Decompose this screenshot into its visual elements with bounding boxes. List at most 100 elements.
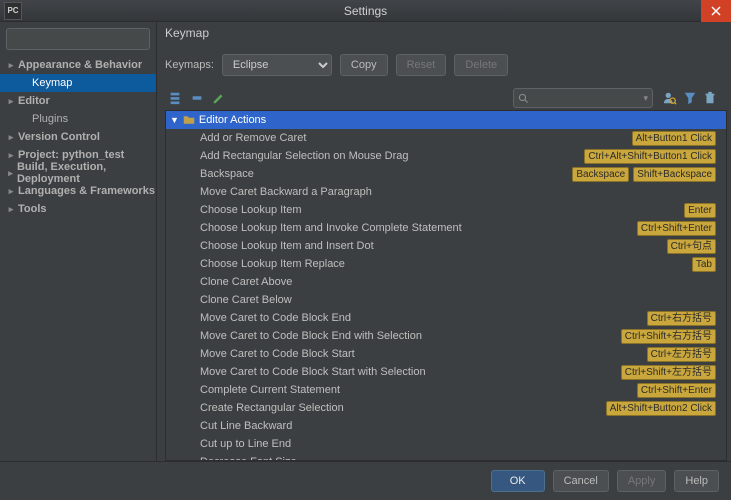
action-row[interactable]: Move Caret to Code Block StartCtrl+左方括号	[166, 345, 726, 363]
collapse-icon	[190, 91, 204, 105]
action-shortcuts: Ctrl+Shift+Enter	[637, 383, 716, 398]
keymap-search[interactable]: ▾	[513, 88, 653, 108]
reset-button[interactable]: Reset	[396, 54, 447, 76]
sidebar-item-label: Plugins	[32, 113, 68, 125]
sidebar-item[interactable]: ▸Languages & Frameworks	[0, 182, 156, 200]
copy-button[interactable]: Copy	[340, 54, 388, 76]
help-button[interactable]: Help	[674, 470, 719, 492]
action-row[interactable]: Choose Lookup Item and Invoke Complete S…	[166, 219, 726, 237]
action-shortcuts: Ctrl+Shift+左方括号	[621, 365, 716, 380]
action-shortcuts: Ctrl+Shift+Enter	[637, 221, 716, 236]
action-row[interactable]: Add or Remove CaretAlt+Button1 Click	[166, 129, 726, 147]
action-row[interactable]: Choose Lookup Item and Insert DotCtrl+句点	[166, 237, 726, 255]
sidebar-search-input[interactable]	[15, 33, 157, 45]
apply-button[interactable]: Apply	[617, 470, 667, 492]
action-row[interactable]: Clone Caret Below	[166, 291, 726, 309]
action-name: Move Caret to Code Block End with Select…	[200, 330, 621, 342]
tree-expander-icon: ▸	[6, 60, 16, 71]
expand-tree-button[interactable]	[165, 88, 185, 108]
action-row[interactable]: Decrease Font Size	[166, 453, 726, 460]
shortcut-tag: Ctrl+句点	[667, 239, 716, 254]
show-conflicts-button[interactable]	[681, 89, 699, 107]
action-name: Choose Lookup Item	[200, 204, 684, 216]
actions-list: ▼ Editor Actions Add or Remove CaretAlt+…	[165, 110, 727, 461]
action-shortcuts: Ctrl+句点	[667, 239, 716, 254]
shortcut-tag: Ctrl+Shift+右方括号	[621, 329, 716, 344]
sidebar-item-label: Version Control	[18, 131, 100, 143]
action-name: Choose Lookup Item Replace	[200, 258, 692, 270]
settings-sidebar: ▸Appearance & BehaviorKeymap▸Editor Plugi…	[0, 22, 157, 461]
main-panel: Keymap Keymaps: Eclipse Copy Reset Delet…	[157, 22, 731, 461]
action-row[interactable]: Move Caret Backward a Paragraph	[166, 183, 726, 201]
keymaps-combo[interactable]: Eclipse	[222, 54, 332, 76]
shortcut-tag: Ctrl+Shift+Enter	[637, 383, 716, 398]
action-row[interactable]: Cut Line Backward	[166, 417, 726, 435]
sidebar-item-label: Build, Execution, Deployment	[17, 161, 156, 185]
shortcut-tag: Ctrl+Alt+Shift+Button1 Click	[584, 149, 716, 164]
action-shortcuts: Ctrl+Alt+Shift+Button1 Click	[584, 149, 716, 164]
shortcut-tag: Ctrl+Shift+Enter	[637, 221, 716, 236]
action-name: Cut Line Backward	[200, 420, 716, 432]
sidebar-search[interactable]	[6, 28, 150, 50]
user-find-icon	[663, 91, 677, 105]
actions-group-header[interactable]: ▼ Editor Actions	[166, 111, 726, 129]
sidebar-item[interactable]: ▸Appearance & Behavior	[0, 56, 156, 74]
action-name: Move Caret to Code Block End	[200, 312, 647, 324]
sidebar-item[interactable]: ▸Tools	[0, 200, 156, 218]
action-name: Decrease Font Size	[200, 456, 716, 460]
shortcut-tag: Shift+Backspace	[633, 167, 716, 182]
action-row[interactable]: Choose Lookup Item ReplaceTab	[166, 255, 726, 273]
action-row[interactable]: Create Rectangular SelectionAlt+Shift+Bu…	[166, 399, 726, 417]
tree-expander-icon: ▸	[6, 150, 16, 161]
action-row[interactable]: Choose Lookup ItemEnter	[166, 201, 726, 219]
tree-expander-icon: ▸	[6, 186, 16, 197]
action-row[interactable]: Move Caret to Code Block Start with Sele…	[166, 363, 726, 381]
action-row[interactable]: Move Caret to Code Block End with Select…	[166, 327, 726, 345]
action-shortcuts: BackspaceShift+Backspace	[572, 167, 716, 182]
sidebar-item-label: Project: python_test	[18, 149, 124, 161]
sidebar-item[interactable]: ▸Build, Execution, Deployment	[0, 164, 156, 182]
action-name: Add or Remove Caret	[200, 132, 632, 144]
sidebar-item[interactable]: ▸Version Control	[0, 128, 156, 146]
action-name: Clone Caret Above	[200, 276, 716, 288]
chevron-down-icon: ▼	[170, 115, 179, 125]
settings-tree: ▸Appearance & BehaviorKeymap▸Editor Plugi…	[0, 56, 156, 461]
sidebar-item-label: Tools	[18, 203, 47, 215]
tree-expander-icon: ▸	[6, 96, 16, 107]
ok-button[interactable]: OK	[491, 470, 545, 492]
delete-shortcut-button[interactable]	[701, 89, 719, 107]
action-row[interactable]: Move Caret to Code Block EndCtrl+右方括号	[166, 309, 726, 327]
folder-icon	[183, 114, 195, 126]
shortcut-tag: Ctrl+左方括号	[647, 347, 716, 362]
cancel-button[interactable]: Cancel	[553, 470, 609, 492]
action-name: Move Caret to Code Block Start	[200, 348, 647, 360]
collapse-tree-button[interactable]	[187, 88, 207, 108]
edit-shortcut-button[interactable]	[209, 88, 229, 108]
action-row[interactable]: Add Rectangular Selection on Mouse DragC…	[166, 147, 726, 165]
action-row[interactable]: BackspaceBackspaceShift+Backspace	[166, 165, 726, 183]
action-row[interactable]: Clone Caret Above	[166, 273, 726, 291]
action-name: Add Rectangular Selection on Mouse Drag	[200, 150, 584, 162]
titlebar: PC Settings	[0, 0, 731, 22]
action-name: Backspace	[200, 168, 572, 180]
expand-icon	[168, 91, 182, 105]
shortcut-tag: Alt+Button1 Click	[632, 131, 716, 146]
sidebar-item[interactable]: Plugins	[0, 110, 156, 128]
action-name: Cut up to Line End	[200, 438, 716, 450]
action-row[interactable]: Cut up to Line End	[166, 435, 726, 453]
action-name: Complete Current Statement	[200, 384, 637, 396]
tree-expander-icon: ▸	[6, 132, 16, 143]
action-shortcuts: Ctrl+左方括号	[647, 347, 716, 362]
keymaps-row: Keymaps: Eclipse Copy Reset Delete	[165, 54, 731, 76]
shortcut-tag: Alt+Shift+Button2 Click	[606, 401, 716, 416]
action-row[interactable]: Complete Current StatementCtrl+Shift+Ent…	[166, 381, 726, 399]
find-by-shortcut-button[interactable]	[661, 89, 679, 107]
action-shortcuts: Ctrl+右方括号	[647, 311, 716, 326]
pencil-icon	[212, 91, 226, 105]
window-close-button[interactable]	[701, 0, 731, 22]
sidebar-item[interactable]: ▸Editor	[0, 92, 156, 110]
action-name: Create Rectangular Selection	[200, 402, 606, 414]
sidebar-item[interactable]: Keymap	[0, 74, 156, 92]
delete-button[interactable]: Delete	[454, 54, 508, 76]
window-title: Settings	[0, 4, 731, 18]
